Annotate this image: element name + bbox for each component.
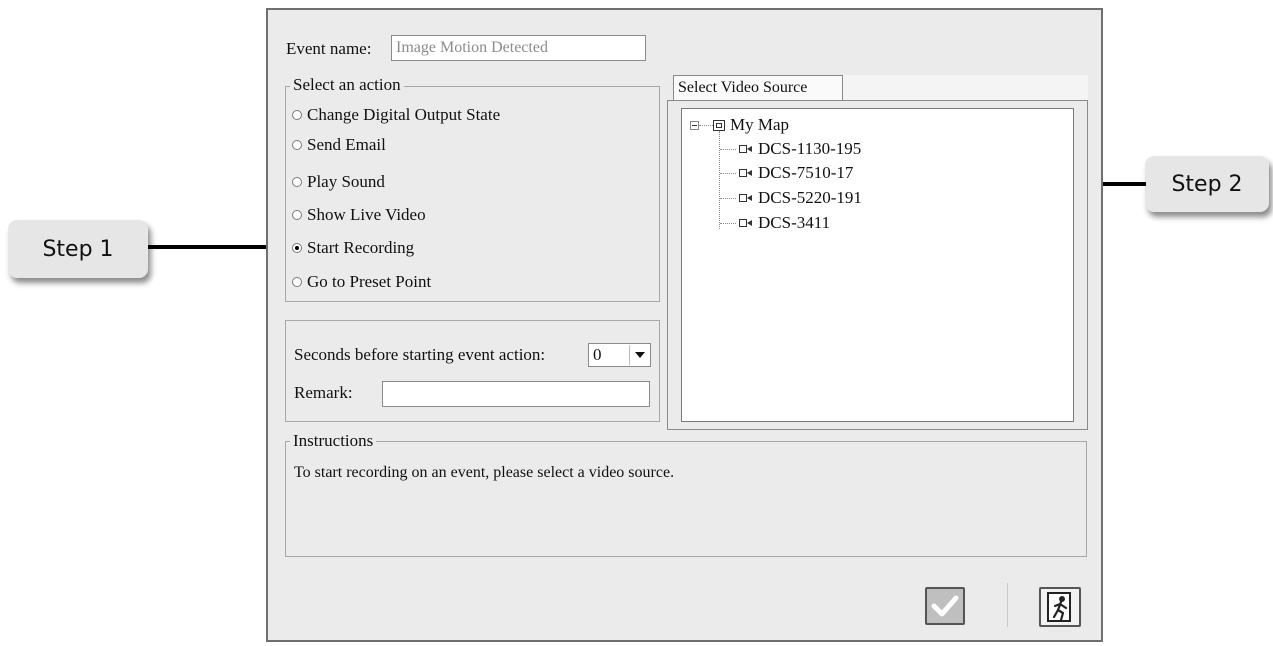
- step2-label: Step 2: [1171, 171, 1243, 197]
- tree-node-camera[interactable]: DCS-3411: [720, 213, 830, 233]
- chevron-down-icon[interactable]: [629, 345, 649, 365]
- camera-label: DCS-1130-195: [758, 139, 862, 158]
- radio-button-selected[interactable]: [292, 243, 302, 253]
- map-icon: [713, 119, 725, 131]
- event-name-label: Event name:: [286, 39, 372, 58]
- remark-label: Remark:: [294, 383, 353, 402]
- tab-label: Select Video Source: [678, 79, 808, 96]
- checkmark-icon: [931, 595, 959, 617]
- instructions-group: [285, 441, 1087, 557]
- event-name-field[interactable]: Image Motion Detected: [391, 35, 646, 61]
- camera-label: DCS-5220-191: [758, 188, 862, 207]
- radio-button[interactable]: [292, 110, 302, 120]
- radio-send-email[interactable]: Send Email: [292, 134, 386, 156]
- radio-button[interactable]: [292, 277, 302, 287]
- delay-select[interactable]: 0: [588, 343, 651, 367]
- radio-label: Play Sound: [307, 172, 385, 191]
- tab-strip: [843, 75, 1088, 101]
- button-separator: [1007, 583, 1008, 627]
- camera-icon: [739, 145, 753, 153]
- instructions-text: To start recording on an event, please s…: [294, 464, 675, 481]
- camera-label: DCS-3411: [758, 213, 831, 232]
- camera-icon: [739, 194, 753, 202]
- event-dialog: Event name: Image Motion Detected Select…: [266, 8, 1103, 642]
- radio-label: Start Recording: [307, 238, 415, 257]
- radio-label: Change Digital Output State: [307, 105, 501, 124]
- radio-button[interactable]: [292, 140, 302, 150]
- stage: Step 1 Step 2 Event name: Image Motion D…: [0, 0, 1273, 646]
- video-source-tree: My Map DCS-1130-195 DCS-7510-17 DCS-5220…: [681, 108, 1074, 422]
- radio-label: Go to Preset Point: [307, 272, 432, 291]
- radio-go-to-preset-point[interactable]: Go to Preset Point: [292, 271, 431, 293]
- radio-button[interactable]: [292, 210, 302, 220]
- instructions-legend: Instructions: [290, 431, 377, 451]
- collapse-icon[interactable]: [690, 120, 699, 130]
- radio-start-recording[interactable]: Start Recording: [292, 237, 414, 259]
- tree-connector-h: [699, 124, 713, 126]
- radio-play-sound[interactable]: Play Sound: [292, 171, 385, 193]
- tab-select-video-source[interactable]: Select Video Source: [673, 75, 843, 101]
- tree-node-label: My Map: [730, 115, 790, 134]
- camera-label: DCS-7510-17: [758, 163, 854, 182]
- radio-button[interactable]: [292, 177, 302, 187]
- camera-icon: [739, 219, 753, 227]
- radio-show-live-video[interactable]: Show Live Video: [292, 204, 426, 226]
- ok-button[interactable]: [925, 587, 965, 625]
- exit-door-icon: [1047, 592, 1071, 622]
- radio-change-digital-output[interactable]: Change Digital Output State: [292, 104, 500, 126]
- action-group-legend: Select an action: [290, 75, 404, 95]
- radio-label: Send Email: [307, 135, 386, 154]
- remark-field[interactable]: [382, 381, 650, 407]
- step1-callout: Step 1: [8, 220, 148, 278]
- tree-connector-h: [720, 222, 736, 224]
- delay-label: Seconds before starting event action:: [294, 345, 546, 364]
- tree-connector-h: [720, 172, 736, 174]
- delay-value: 0: [593, 345, 602, 364]
- tree-node-my-map[interactable]: My Map: [690, 115, 789, 135]
- camera-icon: [739, 169, 753, 177]
- tree-node-camera[interactable]: DCS-7510-17: [720, 163, 853, 183]
- tree-connector-h: [720, 197, 736, 199]
- step2-callout: Step 2: [1145, 156, 1269, 212]
- tree-node-camera[interactable]: DCS-5220-191: [720, 188, 862, 208]
- step1-label: Step 1: [42, 236, 114, 262]
- exit-button[interactable]: [1039, 587, 1081, 627]
- tree-node-camera[interactable]: DCS-1130-195: [720, 139, 861, 159]
- tree-connector-h: [720, 148, 736, 150]
- radio-label: Show Live Video: [307, 205, 426, 224]
